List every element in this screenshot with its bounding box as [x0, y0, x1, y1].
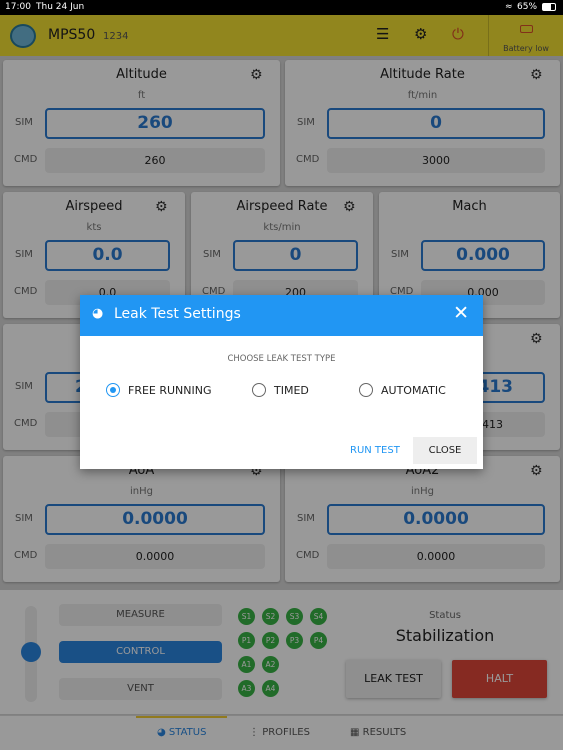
run-test-button[interactable]: RUN TEST — [350, 445, 400, 456]
ios-status-bar: 17:00 Thu 24 Jun ≈ 65% — [0, 0, 563, 15]
radio-label: AUTOMATIC — [381, 383, 446, 397]
dialog-header: ◕ Leak Test Settings ✕ — [80, 295, 483, 336]
radio-automatic[interactable]: AUTOMATIC — [359, 383, 446, 397]
battery-percent: 65% — [517, 2, 538, 12]
dialog-title: Leak Test Settings — [114, 306, 241, 322]
radio-selected-icon — [106, 383, 120, 397]
battery-icon — [542, 3, 556, 11]
wifi-icon: ≈ — [505, 2, 513, 12]
radio-timed[interactable]: TIMED — [252, 383, 309, 397]
dialog-prompt: CHOOSE LEAK TEST TYPE — [227, 354, 336, 364]
close-icon[interactable]: ✕ — [453, 302, 469, 324]
clock: 17:00 — [5, 2, 31, 12]
radio-label: TIMED — [274, 383, 309, 397]
date: Thu 24 Jun — [36, 2, 85, 12]
radio-unselected-icon — [359, 383, 373, 397]
leak-test-settings-dialog: ◕ Leak Test Settings ✕ CHOOSE LEAK TEST … — [80, 295, 483, 469]
radio-free-running[interactable]: FREE RUNNING — [106, 383, 212, 397]
close-button[interactable]: CLOSE — [413, 437, 477, 464]
radio-unselected-icon — [252, 383, 266, 397]
gauge-icon: ◕ — [92, 306, 104, 321]
radio-label: FREE RUNNING — [128, 383, 212, 397]
